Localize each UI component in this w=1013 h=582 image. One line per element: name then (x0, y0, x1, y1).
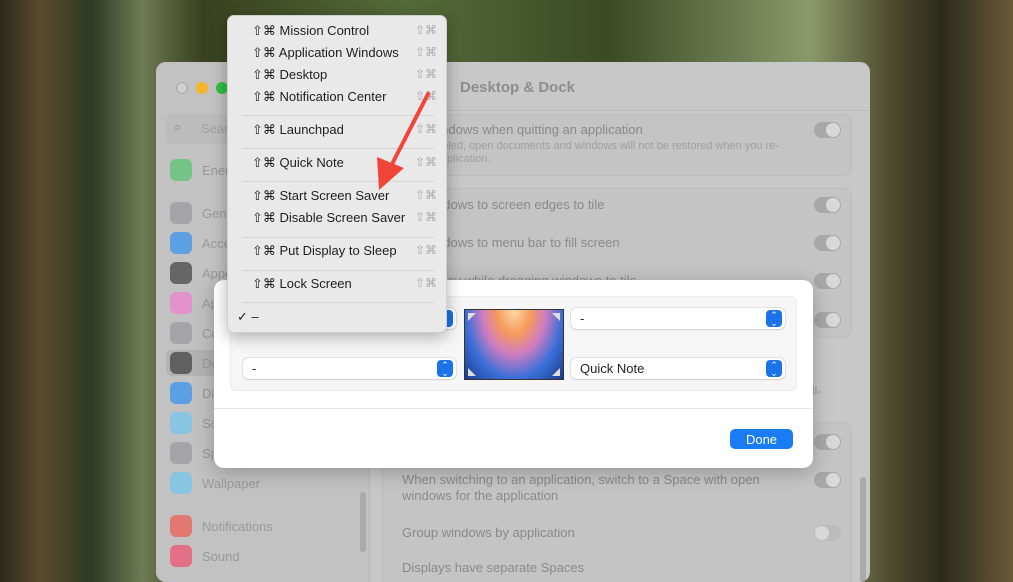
annotation-arrow-icon (377, 92, 430, 190)
